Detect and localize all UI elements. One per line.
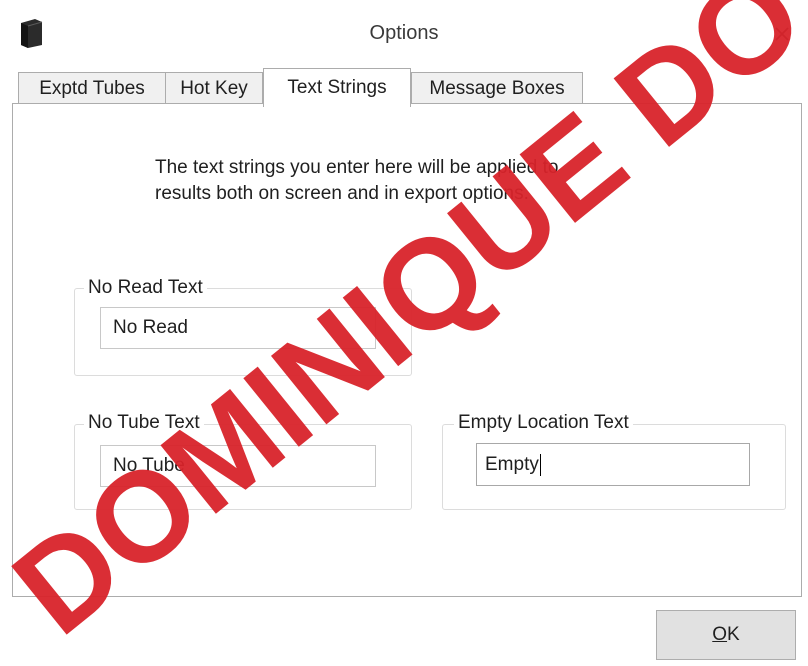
ok-button[interactable]: OK (656, 610, 796, 660)
tab-exptd-tubes[interactable]: Exptd Tubes (18, 72, 166, 105)
description-line-1: The text strings you enter here will be … (155, 157, 559, 178)
no-read-input[interactable]: No Read (100, 307, 376, 349)
window-title: Options (369, 22, 439, 44)
no-read-label: No Read Text (84, 277, 207, 299)
close-icon (775, 27, 789, 41)
description-line-2: results both on screen and in export opt… (155, 183, 529, 204)
empty-location-value: Empty (485, 453, 539, 475)
description-text: The text strings you enter here will be … (155, 155, 558, 207)
no-tube-value: No Tube (113, 455, 185, 476)
title-bar: Options (0, 0, 808, 64)
ok-label-rest: K (727, 624, 740, 645)
empty-location-input[interactable]: Empty (476, 443, 750, 486)
tab-hot-key[interactable]: Hot Key (165, 72, 263, 105)
close-button[interactable] (762, 14, 802, 54)
ok-accelerator: O (712, 624, 728, 645)
no-tube-label: No Tube Text (84, 412, 204, 434)
no-read-value: No Read (113, 317, 188, 338)
empty-location-label: Empty Location Text (454, 412, 633, 434)
no-tube-input[interactable]: No Tube (100, 445, 376, 487)
tab-message-boxes[interactable]: Message Boxes (411, 72, 583, 105)
options-dialog: Options Exptd Tubes Hot Key Text Strings… (0, 0, 808, 666)
text-caret (539, 453, 541, 476)
tab-text-strings[interactable]: Text Strings (263, 68, 411, 107)
